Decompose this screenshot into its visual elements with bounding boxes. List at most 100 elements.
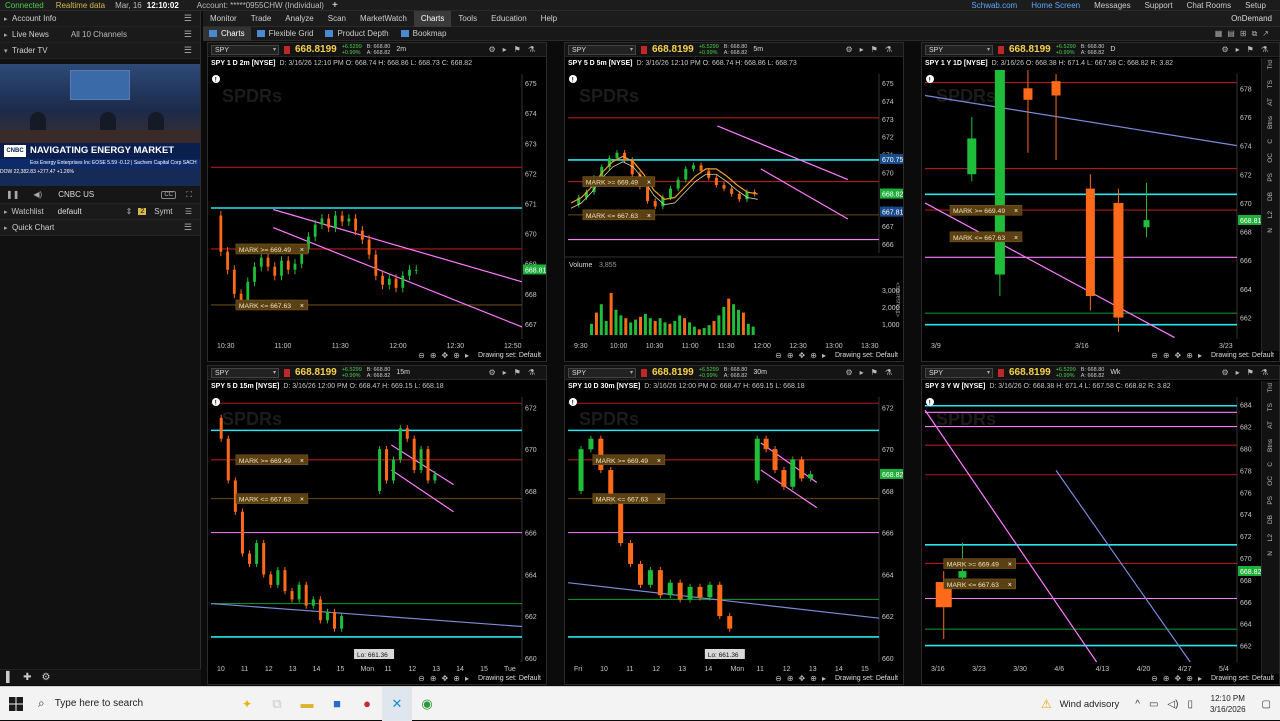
- cancel-order-icon[interactable]: ×: [1008, 562, 1012, 569]
- add-icon[interactable]: +: [332, 0, 338, 11]
- notifications-icon[interactable]: ▢: [1262, 699, 1271, 710]
- drawing-set-label[interactable]: Drawing set: Default: [835, 675, 898, 682]
- side-tab-at[interactable]: AT: [1267, 421, 1274, 429]
- mark-below-order[interactable]: MARK <= 667.63 ×: [949, 231, 1023, 243]
- cancel-order-icon[interactable]: ×: [1008, 582, 1012, 589]
- support-link[interactable]: Support: [1145, 1, 1173, 10]
- side-tab-l2[interactable]: L2: [1267, 534, 1274, 541]
- subtab-charts[interactable]: Charts: [203, 26, 251, 41]
- cancel-order-icon[interactable]: ×: [1014, 208, 1018, 215]
- taskbar-search[interactable]: ⌕ Type here to search ✦: [32, 687, 262, 721]
- tab-marketwatch[interactable]: MarketWatch: [353, 11, 414, 27]
- chart-plot[interactable]: SPDRs67267066866666466266010 11 12 13 14 15 Mo…: [208, 393, 547, 674]
- side-tab-c[interactable]: C: [1267, 139, 1274, 144]
- tab-education[interactable]: Education: [484, 11, 534, 27]
- collapse-arrow-icon[interactable]: ▾: [4, 47, 12, 55]
- chart-tool-icons[interactable]: ⚙▸⚑⚗: [845, 45, 899, 54]
- cancel-order-icon[interactable]: ×: [647, 213, 651, 220]
- chart-panel-c5[interactable]: SPY 668.8199 +6.5299+0.99% B: 668.80A: 668.…: [564, 365, 904, 685]
- layout-tools-icons[interactable]: ▦▤⊞⧉↗: [1215, 29, 1274, 39]
- aggregation-select[interactable]: 30m: [753, 369, 767, 376]
- drawing-set-label[interactable]: Drawing set: Default: [478, 352, 541, 359]
- network-icon[interactable]: ▭: [1149, 699, 1158, 710]
- aggregation-select[interactable]: Wk: [1110, 369, 1120, 376]
- chart-panel-c1[interactable]: SPY 668.8199 +6.5299+0.99% B: 668.80A: 668.…: [207, 42, 547, 362]
- mark-above-order[interactable]: MARK >= 669.49 ×: [235, 454, 309, 466]
- chart-panel-c6[interactable]: SPY 668.8199 +6.5299+0.99% B: 668.80A: 668.…: [921, 365, 1280, 685]
- side-tab-db[interactable]: DB: [1267, 515, 1274, 524]
- subtab-bookmap[interactable]: Bookmap: [395, 27, 453, 41]
- chart-plot[interactable]: SPDRs67567467367267167066966866710:3011:…: [208, 70, 547, 351]
- aggregation-select[interactable]: 15m: [396, 369, 410, 376]
- chart-plot[interactable]: SPDRs672670668666664662660Fri 10 11 12 13 14 M…: [565, 393, 904, 674]
- zoom-controls-icons[interactable]: ⊖⊕✥⊕▸: [775, 351, 831, 360]
- menu-icon[interactable]: ☰: [184, 45, 192, 56]
- side-tab-oc[interactable]: OC: [1267, 476, 1274, 486]
- symbol-input[interactable]: SPY: [925, 44, 993, 55]
- mark-below-order[interactable]: MARK <= 667.63 ×: [235, 493, 309, 504]
- tab-monitor[interactable]: Monitor: [203, 11, 244, 27]
- trend-line[interactable]: [1055, 470, 1191, 663]
- side-tab-btns[interactable]: Btns: [1267, 439, 1274, 452]
- symbol-flag-icon[interactable]: [998, 45, 1004, 54]
- symbol-input[interactable]: SPY: [211, 44, 279, 55]
- symbol-flag-icon[interactable]: [641, 45, 647, 54]
- messages-link[interactable]: Messages: [1094, 1, 1130, 10]
- settings-gear-icon[interactable]: ⚙: [41, 672, 50, 683]
- alert-icon[interactable]: !: [569, 75, 577, 83]
- tab-analyze[interactable]: Analyze: [278, 11, 320, 27]
- trend-line[interactable]: [924, 409, 1098, 663]
- chart-plot[interactable]: SPDRs 6786766746726706686666646623/9 3/16 3…: [922, 70, 1263, 351]
- symbol-column-label[interactable]: Symt: [154, 207, 172, 216]
- symbol-flag-icon[interactable]: [641, 368, 647, 377]
- side-tab-ps[interactable]: PS: [1267, 173, 1274, 182]
- aggregation-select[interactable]: 2m: [396, 46, 406, 53]
- side-tab-oc[interactable]: OC: [1267, 153, 1274, 163]
- closed-caption-icon[interactable]: CC: [161, 190, 176, 199]
- side-tab-trd[interactable]: Trd: [1267, 60, 1274, 70]
- chart-tool-icons[interactable]: ⚙▸⚑⚗: [488, 45, 542, 54]
- chart-panel-c3[interactable]: SPY 668.8199 +6.5299+0.99% B: 668.80A: 668.…: [921, 42, 1280, 362]
- menu-icon[interactable]: ☰: [184, 13, 192, 24]
- link-group-badge[interactable]: 2: [138, 208, 147, 215]
- alert-icon[interactable]: !: [569, 398, 577, 406]
- account-info-row[interactable]: ▸ Account Info ☰: [0, 11, 200, 27]
- chart-plot[interactable]: SPDRs68468268067867667467267066866666466…: [922, 393, 1263, 674]
- channels-select[interactable]: All 10 Channels: [71, 30, 127, 39]
- store-icon[interactable]: ■: [322, 687, 352, 721]
- symbol-flag-icon[interactable]: [284, 368, 290, 377]
- channel-label[interactable]: CNBC US: [58, 190, 94, 199]
- trend-line[interactable]: [567, 582, 880, 619]
- task-view-icon[interactable]: ⧉: [262, 687, 292, 721]
- trader-tv-row[interactable]: ▾ Trader TV ☰: [0, 43, 200, 59]
- tab-trade[interactable]: Trade: [244, 11, 279, 27]
- spinner-icon[interactable]: ⇕: [126, 207, 133, 216]
- chart-tool-icons[interactable]: ⚙▸⚑⚗: [1221, 45, 1275, 54]
- cancel-order-icon[interactable]: ×: [300, 497, 304, 504]
- alert-icon[interactable]: !: [212, 398, 220, 406]
- chart-tool-icons[interactable]: ⚙▸⚑⚗: [488, 368, 542, 377]
- trend-line[interactable]: [391, 469, 454, 513]
- fullscreen-icon[interactable]: ⛶: [186, 190, 192, 200]
- expand-arrow-icon[interactable]: ▸: [4, 224, 12, 232]
- aggregation-select[interactable]: D: [1110, 46, 1115, 53]
- volume-icon[interactable]: ◁): [1167, 699, 1178, 710]
- side-tab-ps[interactable]: PS: [1267, 496, 1274, 505]
- trend-line[interactable]: [273, 208, 523, 283]
- zoom-controls-icons[interactable]: ⊖⊕✥⊕▸: [1151, 674, 1207, 683]
- zoom-controls-icons[interactable]: ⊖⊕✥⊕▸: [775, 674, 831, 683]
- subtab-product-depth[interactable]: Product Depth: [319, 27, 394, 41]
- symbol-input[interactable]: SPY: [568, 44, 636, 55]
- quick-chart-row[interactable]: ▸ Quick Chart ☰: [0, 220, 200, 236]
- zoom-controls-icons[interactable]: ⊖⊕✥⊕▸: [418, 351, 474, 360]
- pause-icon[interactable]: ❚❚: [6, 190, 19, 199]
- taskbar-clock[interactable]: 12:10 PM 3/16/2026: [1210, 693, 1246, 715]
- pin-icon[interactable]: ▌: [6, 672, 13, 683]
- side-tab-at[interactable]: AT: [1267, 98, 1274, 106]
- menu-icon[interactable]: ☰: [184, 222, 192, 233]
- mark-above-order[interactable]: MARK >= 669.49 ×: [592, 454, 666, 466]
- mark-above-order[interactable]: MARK >= 669.49 ×: [235, 243, 309, 255]
- mark-above-order[interactable]: MARK >= 669.49 ×: [949, 204, 1023, 216]
- trend-line[interactable]: [924, 202, 1175, 339]
- tab-help[interactable]: Help: [534, 11, 564, 27]
